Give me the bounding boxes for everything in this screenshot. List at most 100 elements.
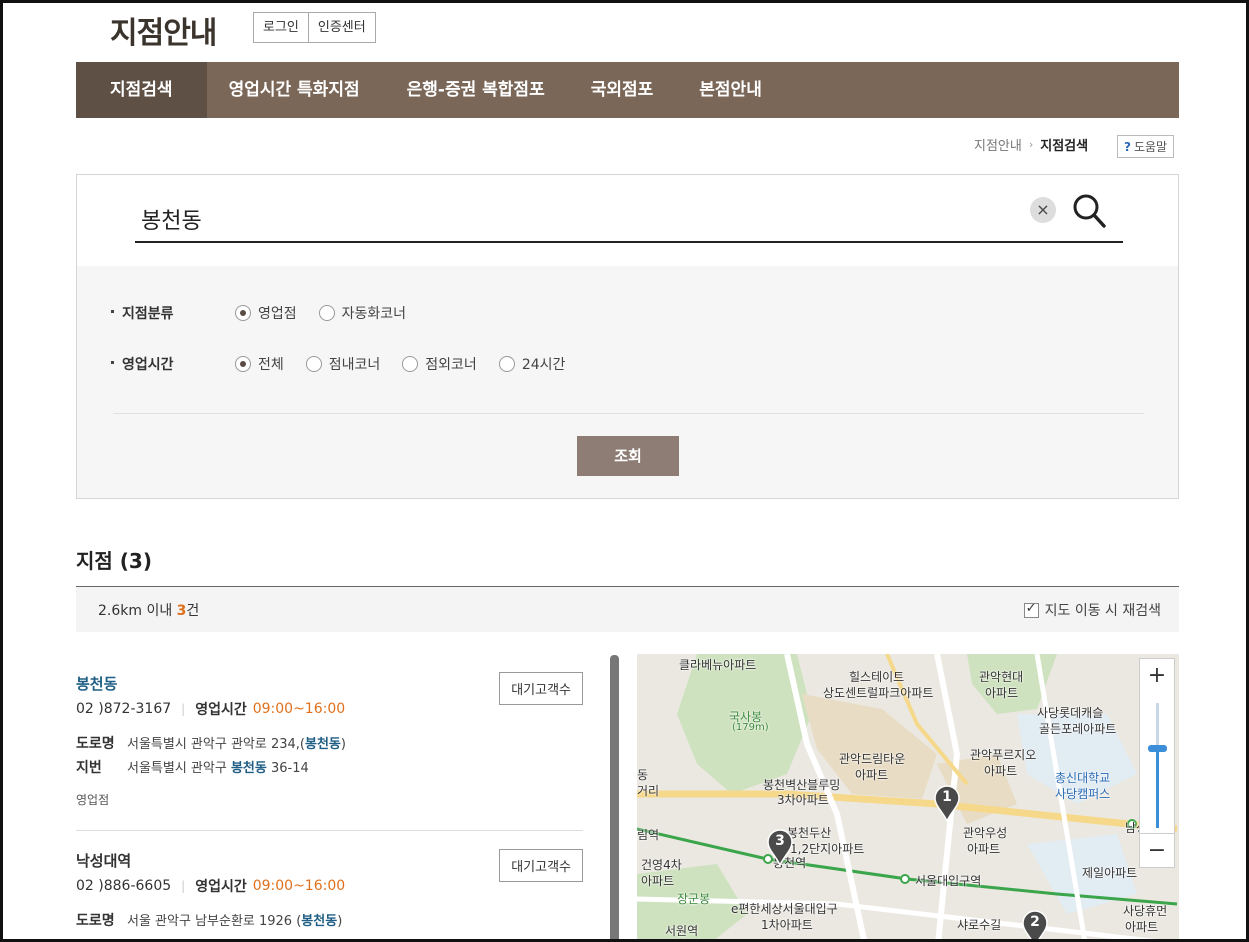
- radio-dot: [318, 305, 335, 321]
- search-input[interactable]: [135, 197, 1123, 243]
- map-label: 제일아파트: [1082, 866, 1138, 880]
- map-label: 관악우성: [963, 826, 1008, 840]
- zoom-slider-handle[interactable]: [1148, 745, 1167, 752]
- map-label: 림역: [637, 828, 660, 842]
- nav-headquarters[interactable]: 본점안내: [676, 62, 785, 118]
- map-label: 아파트: [984, 764, 1018, 778]
- filter-hours: 영업시간 전체 점내코너 점외코너 24시간: [111, 354, 587, 374]
- nav-bank-securities[interactable]: 은행-증권 복합점포: [384, 62, 568, 118]
- radio-all[interactable]: 전체: [235, 354, 284, 374]
- radio-label: 영업점: [258, 306, 297, 322]
- login-button[interactable]: 로그인: [254, 13, 308, 42]
- radio-label: 점외코너: [425, 357, 477, 373]
- filter-divider: [113, 413, 1144, 414]
- search-panel: × 지점분류 영업점 자동화코너 영업시간 전체 점내코너 점외코너 24시간 …: [76, 174, 1179, 499]
- radio-dot-selected: [235, 356, 251, 372]
- road-address-value: 서울 관악구 남부순환로 1926 (봉천동): [127, 914, 343, 929]
- hours-label: 영업시간: [195, 879, 247, 895]
- radio-dot: [498, 356, 515, 372]
- nav-branch-search[interactable]: 지점검색: [76, 62, 207, 118]
- radio-dot-selected: [235, 305, 251, 321]
- radio-inside-corner[interactable]: 점내코너: [305, 354, 381, 374]
- zoom-in-button[interactable]: +: [1140, 659, 1174, 693]
- map-label: 힐스테이트: [849, 670, 905, 684]
- map-label: e편한세상서울대입구: [731, 902, 838, 916]
- separator: |: [181, 702, 186, 716]
- map-zoom-control: + −: [1139, 658, 1175, 868]
- map-marker-pin-icon[interactable]: 1: [933, 784, 961, 823]
- nav-special-hours[interactable]: 영업시간 특화지점: [207, 62, 384, 118]
- breadcrumb: 지점안내 › 지점검색: [974, 135, 1088, 154]
- hours-label: 영업시간: [195, 702, 247, 718]
- map-marker-pin-icon[interactable]: 3: [766, 828, 794, 867]
- radio-outside-corner[interactable]: 점외코너: [402, 354, 477, 374]
- zoom-out-button[interactable]: −: [1140, 833, 1174, 867]
- clear-icon[interactable]: ×: [1030, 197, 1056, 223]
- radio-dot: [402, 356, 419, 372]
- page-title: 지점안내: [110, 16, 217, 51]
- radio-atm-corner[interactable]: 자동화코너: [318, 303, 407, 323]
- branch-hours: 09:00~16:00: [252, 701, 346, 717]
- map-label: 샤로수길: [957, 918, 1002, 932]
- breadcrumb-current: 지점검색: [1040, 139, 1089, 154]
- search-bar: ×: [77, 175, 1178, 266]
- results-count-suffix: 건: [186, 603, 200, 619]
- results-summary-bar: 2.6km 이내 3건 지도 이동 시 재검색: [76, 586, 1179, 632]
- map-label: 상도센트럴파크아파트: [823, 686, 934, 700]
- road-address: 도로명 서울 관악구 남부순환로 1926 (봉천동): [76, 910, 583, 930]
- map-label: 관악푸르지오: [970, 748, 1037, 762]
- radio-branch[interactable]: 영업점: [235, 303, 297, 323]
- map-label: (179m): [732, 722, 769, 733]
- lot-address: 지번 서울특별시 관악구 봉천동 36-14: [76, 757, 583, 777]
- search-icon[interactable]: [1072, 193, 1106, 229]
- road-address-label: 도로명: [76, 913, 115, 929]
- results-count: 2.6km 이내 3건: [98, 600, 199, 620]
- radio-24h[interactable]: 24시간: [498, 354, 566, 374]
- map-marker-number: 3: [775, 833, 785, 849]
- lot-address-label: 지번: [76, 760, 102, 776]
- map-label: 사당휴먼: [1123, 904, 1168, 918]
- nav-overseas[interactable]: 국외점포: [568, 62, 677, 118]
- branch-map[interactable]: 클라베뉴아파트 힐스테이트 상도센트럴파크아파트 관악현대 아파트 국사봉 (179m) 사당…: [637, 654, 1179, 942]
- branch-item: 봉천동 대기고객수 02 )872-3167 | 영업시간 09:00~16:0…: [76, 672, 583, 808]
- branch-phone: 02 )872-3167: [76, 701, 172, 717]
- map-label: 1차아파트: [761, 918, 813, 932]
- waiting-customers-button[interactable]: 대기고객수: [499, 849, 583, 882]
- map-label: 사당캠퍼스: [1055, 787, 1111, 801]
- help-label: 도움말: [1133, 140, 1168, 154]
- results-title: 지점 (3): [76, 549, 152, 573]
- waiting-customers-button[interactable]: 대기고객수: [499, 672, 583, 705]
- map-label: 서원역: [665, 924, 699, 938]
- map-research-label: 지도 이동 시 재검색: [1044, 603, 1161, 619]
- map-marker-number: 2: [1030, 914, 1040, 930]
- radio-label: 자동화코너: [341, 306, 407, 322]
- separator: |: [181, 879, 186, 893]
- cert-center-button[interactable]: 인증센터: [307, 13, 375, 42]
- breadcrumb-parent[interactable]: 지점안내: [974, 135, 1022, 154]
- map-label: 서울대입구역: [915, 874, 982, 888]
- zoom-level-fill: [1156, 751, 1159, 828]
- list-scrollbar[interactable]: [610, 655, 619, 942]
- branch-item: 낙성대역 대기고객수 02 )886-6605 | 영업시간 09:00~16:…: [76, 849, 583, 930]
- map-label: 관악현대: [979, 670, 1024, 684]
- search-submit-button[interactable]: 조회: [577, 436, 679, 476]
- results-radius: 2.6km 이내: [98, 603, 177, 619]
- map-label: 거리: [637, 784, 660, 798]
- breadcrumb-separator-icon: ›: [1028, 138, 1034, 151]
- main-nav: 지점검색 영업시간 특화지점 은행-증권 복합점포 국외점포 본점안내: [76, 62, 1179, 118]
- map-label: 건영4차: [641, 858, 682, 872]
- branch-type: 영업점: [76, 793, 110, 807]
- filter-branch-type: 지점분류 영업점 자동화코너: [111, 303, 428, 323]
- radio-dot: [305, 356, 322, 372]
- road-address-label: 도로명: [76, 736, 115, 752]
- map-marker-pin-icon[interactable]: 2: [1021, 909, 1049, 942]
- map-label: 아파트: [985, 686, 1019, 700]
- branch-phone: 02 )886-6605: [76, 878, 172, 894]
- radio-label: 점내코너: [328, 357, 381, 373]
- help-button[interactable]: ? 도움말: [1117, 135, 1175, 158]
- radio-label: 24시간: [521, 357, 566, 373]
- lot-address-value: 서울특별시 관악구 봉천동 36-14: [127, 761, 309, 776]
- checkbox-checked-icon: [1023, 601, 1039, 618]
- map-research-checkbox[interactable]: 지도 이동 시 재검색: [1023, 600, 1161, 620]
- map-label: 3차아파트: [777, 793, 829, 807]
